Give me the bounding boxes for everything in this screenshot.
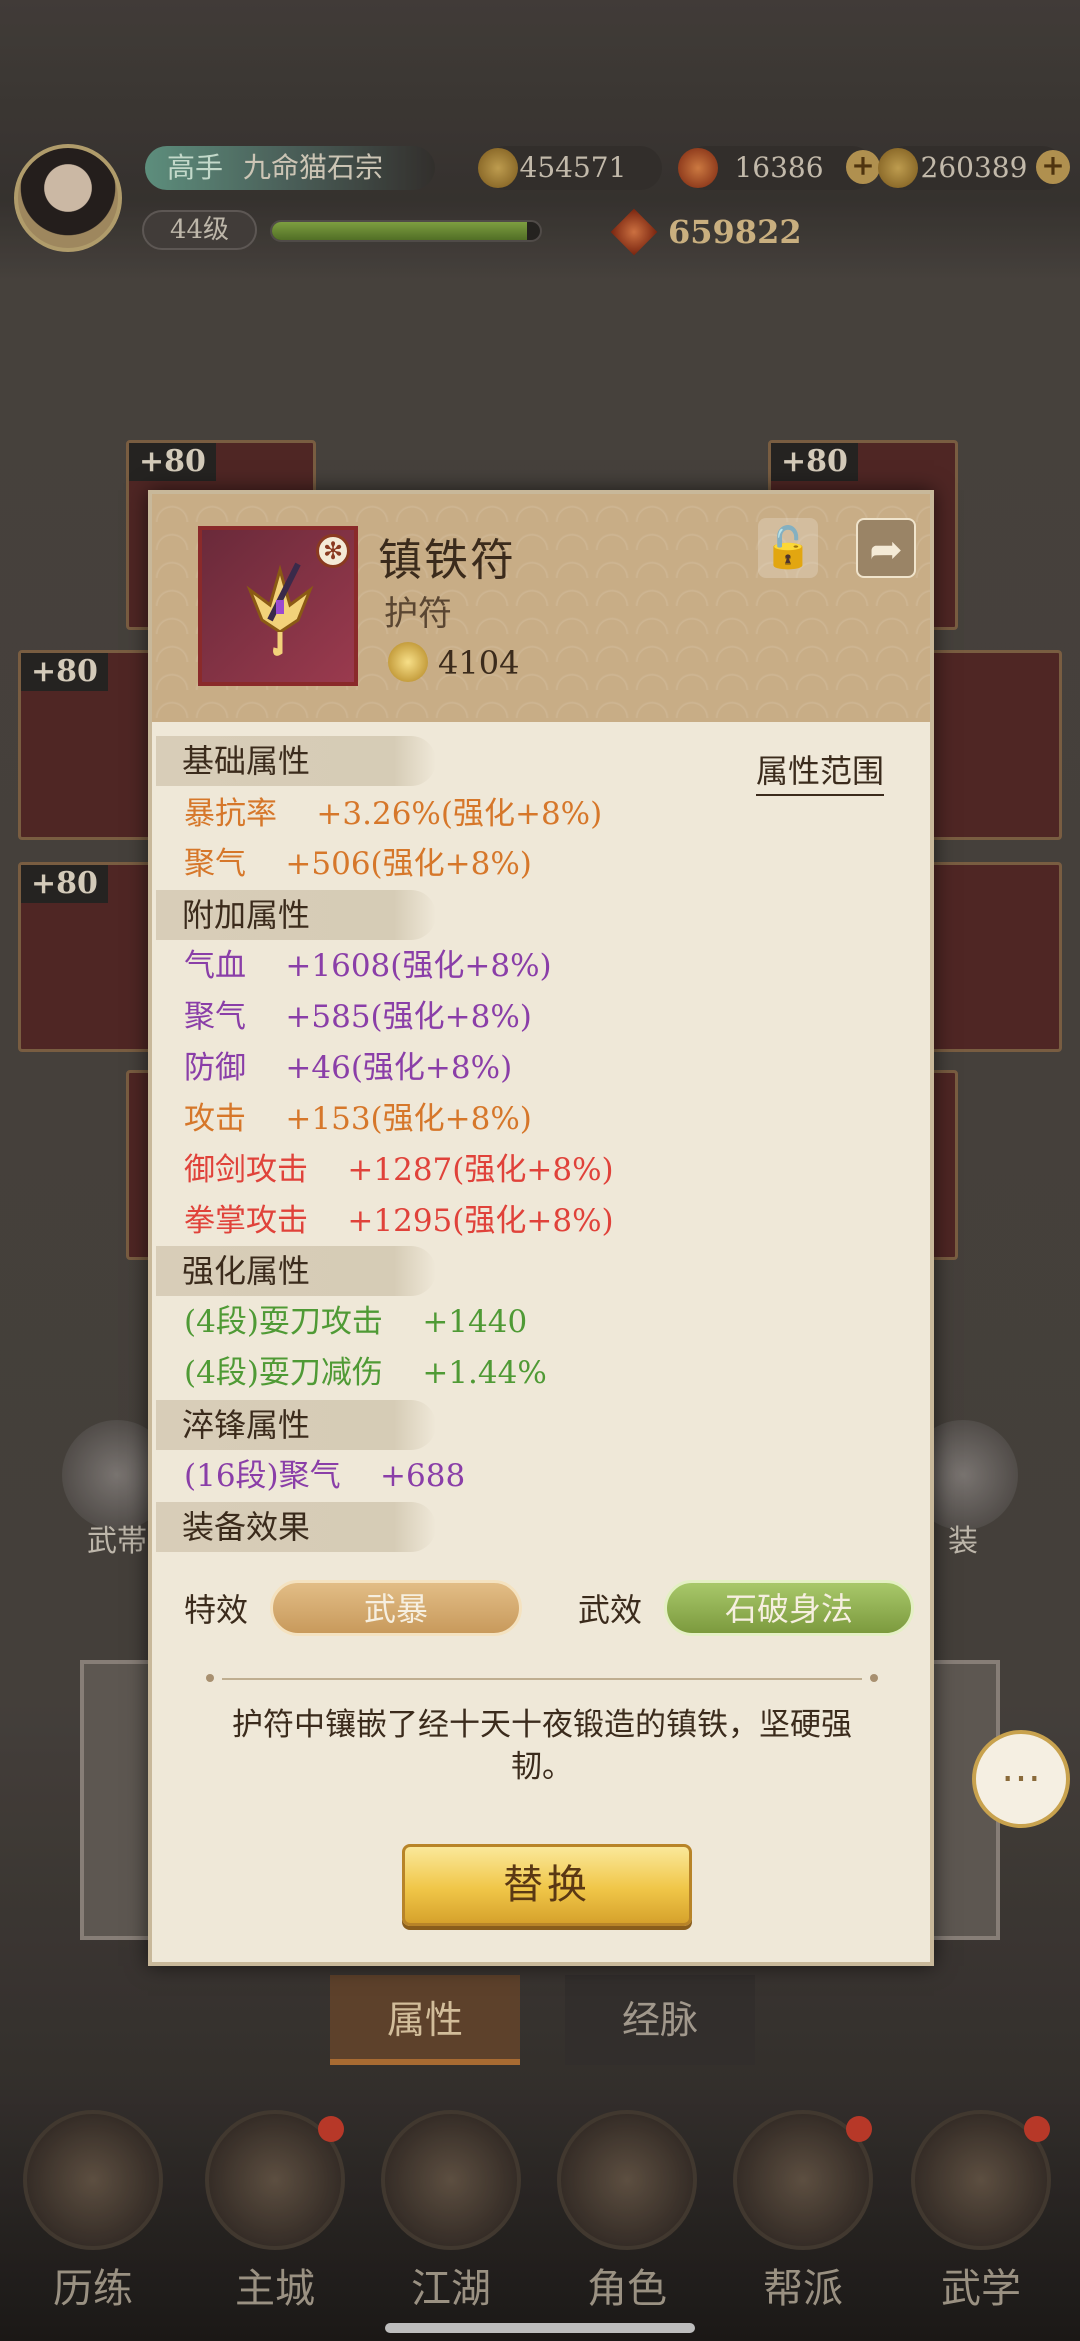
quality-badge-icon: ✻ — [316, 534, 350, 568]
special-effect-label: 特效 — [184, 1591, 249, 1629]
martial-effect-button[interactable]: 石破身法 — [664, 1580, 914, 1636]
stat-line: (4段)耍刀攻击 +1440 — [184, 1304, 528, 1340]
chat-icon: ⋯ — [1001, 1755, 1041, 1801]
stat-line: 攻击 +153(强化+8%) — [184, 1101, 532, 1137]
lock-button[interactable]: 🔓 — [758, 518, 818, 578]
stat-line: 御剑攻击 +1287(强化+8%) — [184, 1152, 614, 1188]
item-header: ✻ 镇铁符 护符 4104 🔓 ➦ — [152, 494, 930, 722]
chat-button[interactable]: ⋯ — [972, 1730, 1070, 1828]
stat-line: 拳掌攻击 +1295(强化+8%) — [184, 1203, 614, 1239]
unlock-icon: 🔓 — [763, 525, 813, 571]
stat-line: 暴抗率 +3.26%(强化+8%) — [184, 796, 603, 832]
share-button[interactable]: ➦ — [856, 518, 916, 578]
item-description: 护符中镶嵌了经十天十夜锻造的镇铁，坚硬强韧。 — [232, 1707, 852, 1785]
stat-line: 聚气 +506(强化+8%) — [184, 846, 532, 882]
section-equip-effects: 装备效果 — [156, 1502, 436, 1552]
special-effect-button[interactable]: 武暴 — [270, 1580, 522, 1636]
item-name: 镇铁符 — [378, 535, 516, 586]
stat-line: 气血 +1608(强化+8%) — [184, 948, 552, 984]
item-type: 护符 — [384, 594, 452, 634]
section-temper-attributes: 淬锋属性 — [156, 1400, 436, 1450]
section-extra-attributes: 附加属性 — [156, 890, 436, 940]
stat-line: (16段)聚气 +688 — [184, 1458, 466, 1494]
martial-effect-label: 武效 — [578, 1591, 643, 1629]
share-icon: ➦ — [869, 527, 903, 573]
stat-line: 防御 +46(强化+8%) — [184, 1050, 513, 1086]
section-enhance-attributes: 强化属性 — [156, 1246, 436, 1296]
divider — [206, 1674, 878, 1682]
talisman-icon — [246, 562, 314, 656]
attribute-range-link[interactable]: 属性范围 — [756, 746, 885, 796]
score-icon — [388, 642, 428, 682]
stat-line: (4段)耍刀减伤 +1.44% — [184, 1355, 547, 1391]
effects-row: 特效 武暴 武效 石破身法 — [184, 1580, 924, 1640]
section-base-attributes: 基础属性 — [156, 736, 436, 786]
stat-line: 聚气 +585(强化+8%) — [184, 999, 532, 1035]
item-score: 4104 — [438, 644, 520, 682]
item-icon: ✻ — [198, 526, 358, 686]
replace-button[interactable]: 替换 — [402, 1844, 692, 1926]
item-detail-popup: ✻ 镇铁符 护符 4104 🔓 ➦ 属性范围 基础属性 暴抗率 +3.26%(强… — [148, 490, 934, 1966]
